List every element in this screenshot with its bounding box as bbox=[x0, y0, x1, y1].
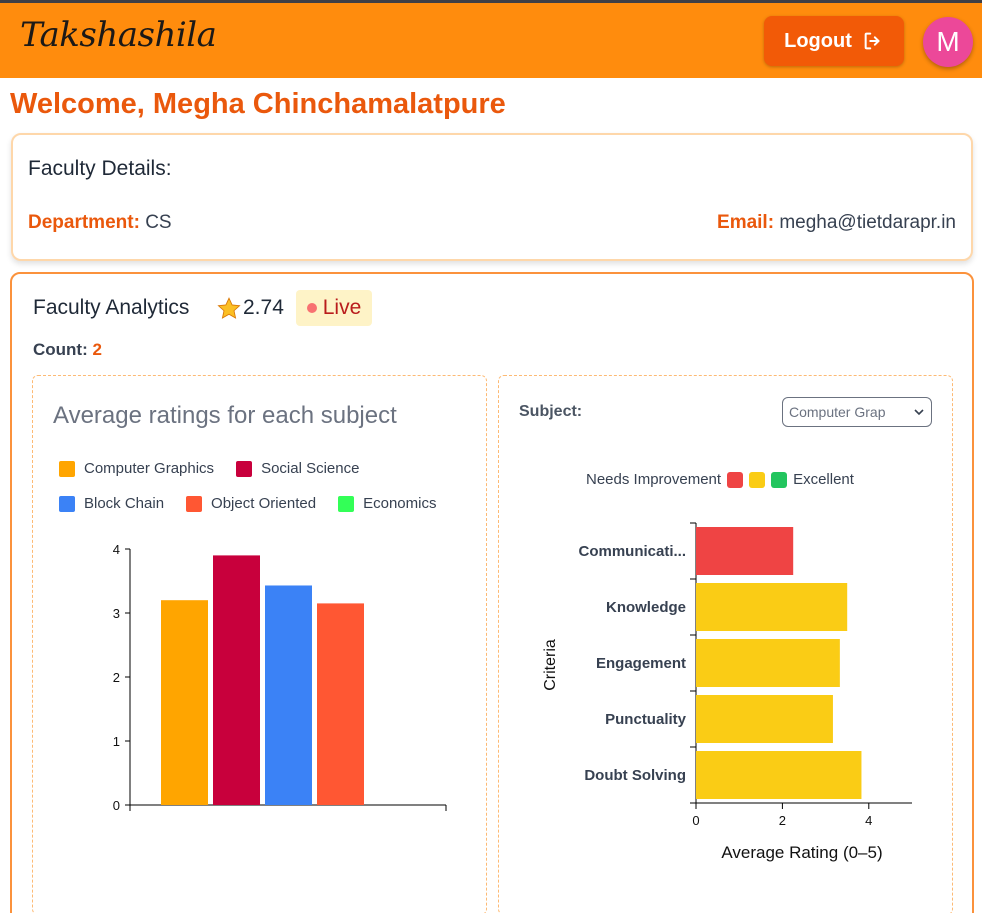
avatar[interactable]: M bbox=[923, 17, 973, 67]
y-tick-label: 2 bbox=[113, 670, 120, 685]
email-label: Email: bbox=[717, 212, 775, 233]
count-label: Count: bbox=[33, 340, 88, 359]
count-row: Count: 2 bbox=[33, 340, 102, 360]
department-row: Department: CS bbox=[28, 212, 172, 234]
faculty-analytics-card: Faculty Analytics 2.74 Live Count: 2 Ave… bbox=[10, 272, 974, 913]
logout-icon bbox=[864, 32, 880, 50]
count-value: 2 bbox=[92, 340, 102, 359]
bar bbox=[317, 603, 364, 805]
bar bbox=[213, 555, 260, 805]
bar bbox=[696, 639, 840, 687]
y-tick-label: 0 bbox=[113, 798, 120, 813]
category-label: Punctuality bbox=[605, 711, 687, 728]
y-tick-label: 4 bbox=[113, 542, 120, 557]
x-tick-label: 4 bbox=[865, 813, 872, 828]
y-tick-label: 1 bbox=[113, 734, 120, 749]
star-icon bbox=[217, 297, 241, 319]
category-label: Doubt Solving bbox=[584, 767, 686, 784]
bar bbox=[696, 527, 794, 575]
criteria-panel: Subject: Computer Grap Needs Improvement… bbox=[498, 375, 953, 913]
app-header: Takshashila Logout M bbox=[0, 3, 982, 78]
subject-bar-chart: 0 1 2 3 4 bbox=[113, 542, 447, 813]
email-row: Email: megha@tietdarapr.in bbox=[717, 212, 956, 234]
bar bbox=[696, 583, 848, 631]
category-label: Knowledge bbox=[606, 599, 686, 616]
analytics-title: Faculty Analytics bbox=[33, 296, 190, 319]
y-tick-label: 3 bbox=[113, 606, 120, 621]
brand-logo[interactable]: Takshashila bbox=[20, 15, 217, 55]
live-label: Live bbox=[322, 296, 362, 319]
email-value: megha@tietdarapr.in bbox=[779, 212, 956, 233]
live-dot-icon bbox=[306, 303, 317, 313]
department-value: CS bbox=[145, 212, 172, 233]
faculty-details-card: Faculty Details: Department: CS Email: m… bbox=[11, 133, 973, 261]
live-badge: Live bbox=[296, 290, 372, 326]
average-rating: 2.74 bbox=[243, 296, 284, 319]
x-tick-label: 0 bbox=[692, 813, 699, 828]
bar bbox=[696, 751, 862, 799]
logout-button[interactable]: Logout bbox=[764, 16, 904, 66]
details-title: Faculty Details: bbox=[28, 157, 172, 180]
subject-ratings-panel: Average ratings for each subject Compute… bbox=[32, 375, 487, 913]
x-axis-title: Average Rating (0–5) bbox=[721, 843, 882, 862]
logout-label: Logout bbox=[784, 29, 852, 52]
bar bbox=[161, 600, 208, 805]
bar bbox=[696, 695, 833, 743]
y-axis-title: Criteria bbox=[542, 639, 559, 691]
bar bbox=[265, 585, 312, 805]
category-label: Communicati... bbox=[578, 543, 686, 560]
department-label: Department: bbox=[28, 212, 140, 233]
x-tick-label: 2 bbox=[779, 813, 786, 828]
criteria-bar-chart: 0 2 4 Communicati... Knowledge Engagement Punc… bbox=[542, 522, 912, 862]
category-label: Engagement bbox=[596, 655, 686, 672]
welcome-heading: Welcome, Megha Chinchamalatpure bbox=[10, 88, 506, 120]
